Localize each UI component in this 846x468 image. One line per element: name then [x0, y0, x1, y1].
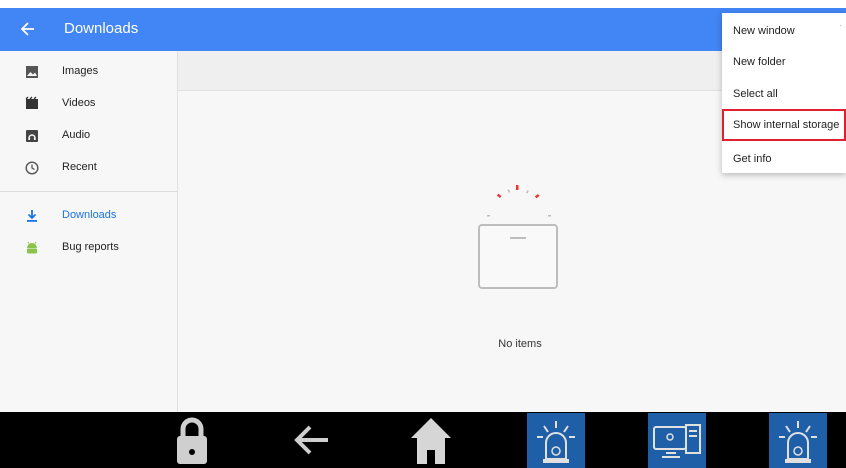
sidebar-item-recent[interactable]: Recent — [0, 153, 178, 183]
android-icon — [27, 241, 37, 254]
menu-item-label: New folder — [733, 56, 786, 68]
menu-item-new-window[interactable]: New window — [722, 15, 846, 47]
clock-icon — [25, 161, 39, 175]
sidebar-item-label: Audio — [62, 129, 91, 141]
menu-item-label: Get info — [733, 153, 772, 165]
sidebar-divider — [0, 191, 178, 192]
sidebar-item-label: Bug reports — [62, 241, 119, 253]
file-manager-screen: Downloads Images Videos Audio Recent Dow… — [0, 0, 846, 468]
sidebar-item-bug-reports[interactable]: Bug reports — [0, 233, 178, 263]
bottom-nav-bar — [0, 412, 846, 468]
sidebar-item-label: Videos — [62, 97, 96, 109]
sidebar-item-label: Downloads — [62, 209, 117, 221]
arrow-left-icon[interactable] — [18, 19, 38, 39]
app-bar: Downloads — [0, 8, 846, 51]
sidebar-item-label: Images — [62, 65, 99, 77]
empty-state-text: No items — [498, 338, 542, 350]
sidebar-item-videos[interactable]: Videos — [0, 89, 178, 119]
empty-folder-icon — [478, 185, 558, 289]
video-icon — [25, 96, 38, 109]
sidebar-item-downloads[interactable]: Downloads — [0, 201, 178, 231]
menu-item-get-info[interactable]: Get info — [722, 143, 846, 175]
page-title: Downloads — [64, 20, 139, 37]
alarm-icon[interactable] — [769, 413, 827, 468]
sidebar-item-label: Recent — [62, 161, 97, 173]
home-icon[interactable] — [408, 412, 454, 468]
menu-item-new-folder[interactable]: New folder — [722, 46, 846, 78]
menu-item-show-internal-storage[interactable]: Show internal storage — [722, 109, 846, 141]
back-arrow-icon[interactable] — [290, 412, 334, 468]
menu-item-label: Select all — [733, 88, 778, 100]
audio-icon — [26, 130, 38, 142]
sidebar: Images Videos Audio Recent Downloads Bug… — [0, 51, 178, 412]
menu-item-label: New window — [733, 25, 795, 37]
alarm-icon[interactable] — [527, 413, 585, 468]
menu-item-label: Show internal storage — [733, 119, 840, 131]
sidebar-item-audio[interactable]: Audio — [0, 121, 178, 151]
overflow-menu: · New window New folder Select all Show … — [722, 13, 846, 173]
menu-item-select-all[interactable]: Select all — [722, 78, 846, 110]
computer-icon[interactable] — [648, 413, 706, 468]
sidebar-item-images[interactable]: Images — [0, 57, 178, 87]
image-icon — [26, 66, 38, 78]
lock-icon[interactable] — [172, 412, 212, 468]
download-icon — [27, 210, 37, 222]
